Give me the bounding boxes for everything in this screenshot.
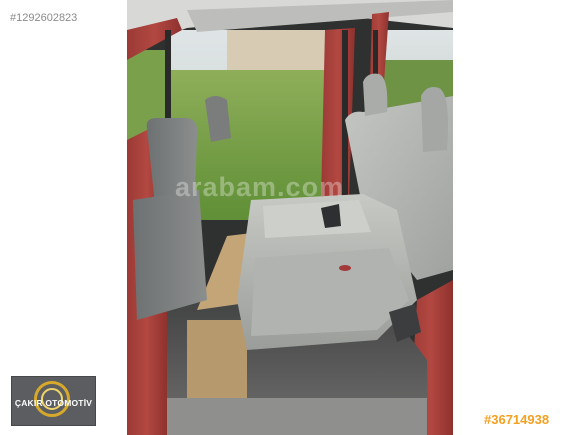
ad-code-label: #36714938: [484, 412, 550, 427]
listing-photo-page: #1292602823 arabam.com ÇAKIR OTOMOTİV #3…: [0, 0, 580, 435]
vehicle-interior-image: [127, 0, 453, 435]
site-watermark: arabam.com: [175, 172, 345, 202]
dealer-logo: ÇAKIR OTOMOTİV: [11, 376, 96, 426]
vehicle-photo[interactable]: arabam.com: [127, 0, 453, 435]
dealer-name: ÇAKIR OTOMOTİV: [14, 398, 93, 408]
listing-id-label: #1292602823: [10, 12, 78, 24]
